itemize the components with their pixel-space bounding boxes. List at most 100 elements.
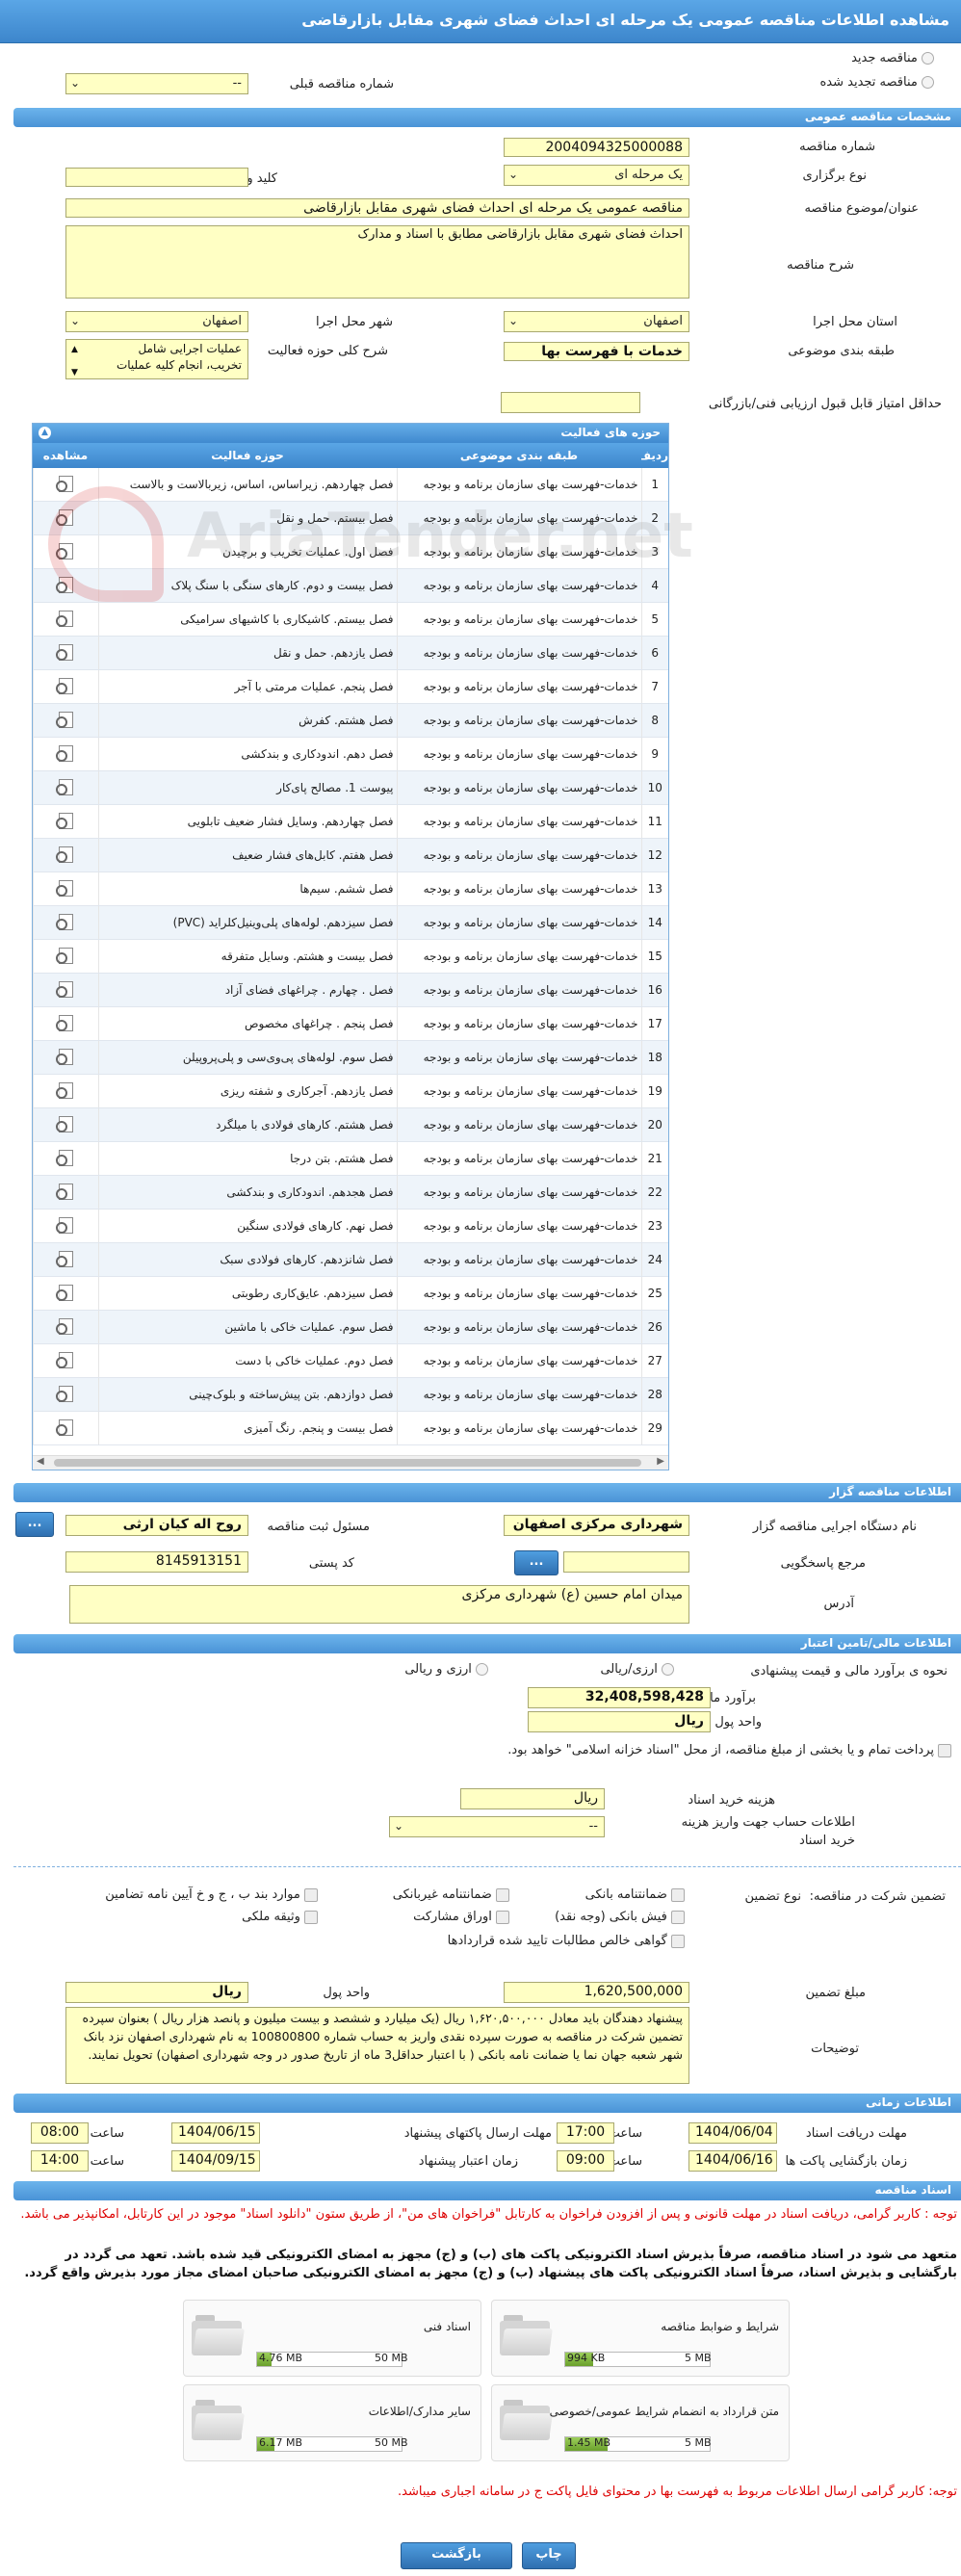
row-view[interactable] [33, 1343, 98, 1378]
view-document-icon[interactable] [55, 743, 76, 763]
row-view[interactable] [33, 838, 98, 872]
province-select[interactable]: اصفهان ⌄ [504, 311, 689, 332]
view-document-icon[interactable] [55, 912, 76, 931]
row-view[interactable] [33, 1006, 98, 1041]
row-view[interactable] [33, 1175, 98, 1210]
view-document-icon[interactable] [55, 474, 76, 493]
subject-field[interactable]: مناقصه عمومی یک مرحله ای احداث فضای شهری… [65, 198, 689, 218]
row-view[interactable] [33, 1377, 98, 1412]
opt-bank-guarantee[interactable]: ضمانتنامه بانکی [585, 1887, 685, 1902]
view-document-icon[interactable] [55, 1148, 76, 1167]
row-view[interactable] [33, 770, 98, 805]
validity-date[interactable]: 1404/09/15 [171, 2150, 260, 2172]
hold-type-select[interactable]: یک مرحله ای ⌄ [504, 165, 689, 186]
method-both-radio[interactable]: ارزی و ریالی [404, 1662, 488, 1677]
row-view[interactable] [33, 636, 98, 670]
organizer-field[interactable]: شهرداری مرکزی اصفهان [504, 1515, 689, 1536]
row-view[interactable] [33, 872, 98, 906]
view-document-icon[interactable] [55, 1013, 76, 1032]
reference-more-button[interactable]: ... [514, 1550, 558, 1575]
scope-field[interactable]: عملیات اجرایی شامل تخریب، انجام کلیه عملی… [65, 339, 248, 379]
view-document-icon[interactable] [55, 1384, 76, 1403]
min-score-field[interactable] [501, 392, 640, 413]
address-field[interactable]: میدان امام حسین (ع) شهرداری مرکزی [69, 1585, 689, 1624]
opt-regulation-items[interactable]: موارد بند ب ، ج و خ آیین نامه تضامین [105, 1887, 318, 1902]
prev-number-select[interactable]: -- ⌄ [65, 73, 248, 94]
estimate-field[interactable]: 32,408,598,428 [528, 1687, 711, 1708]
send-deadline-time[interactable]: 08:00 [31, 2122, 89, 2144]
row-view[interactable] [33, 1074, 98, 1108]
row-view[interactable] [33, 804, 98, 839]
scroll-up-icon[interactable]: ▲ [71, 342, 78, 358]
view-document-icon[interactable] [55, 507, 76, 527]
row-view[interactable] [33, 1141, 98, 1176]
view-document-icon[interactable] [55, 1114, 76, 1133]
row-view[interactable] [33, 1411, 98, 1445]
validity-time[interactable]: 14:00 [31, 2150, 89, 2172]
view-document-icon[interactable] [55, 1215, 76, 1235]
opt-nonbank-guarantee[interactable]: ضمانتنامه غیربانکی [393, 1887, 509, 1902]
view-document-icon[interactable] [55, 1080, 76, 1100]
view-document-icon[interactable] [55, 946, 76, 965]
new-tender-radio[interactable]: مناقصه جدید [851, 51, 934, 65]
guarantee-desc-field[interactable]: پیشنهاد دهندگان باید معادل ۱,۶۲۰,۵۰۰,۰۰۰… [65, 2007, 689, 2084]
currency-field[interactable]: ریال [528, 1711, 711, 1732]
row-view[interactable] [33, 501, 98, 535]
row-view[interactable] [33, 737, 98, 771]
row-view[interactable] [33, 568, 98, 603]
view-document-icon[interactable] [55, 1418, 76, 1437]
keyword-field[interactable] [65, 168, 248, 187]
row-view[interactable] [33, 1242, 98, 1277]
row-view[interactable] [33, 703, 98, 738]
collapse-icon[interactable]: ▲ [39, 427, 51, 439]
renewed-tender-radio[interactable]: مناقصه تجدید شده [819, 75, 934, 90]
view-document-icon[interactable] [55, 878, 76, 898]
view-document-icon[interactable] [55, 609, 76, 628]
doc-cost-field[interactable]: ریال [460, 1788, 605, 1809]
row-view[interactable] [33, 468, 98, 502]
view-document-icon[interactable] [55, 777, 76, 796]
row-view[interactable] [33, 669, 98, 704]
view-document-icon[interactable] [55, 575, 76, 594]
view-document-icon[interactable] [55, 1182, 76, 1201]
row-view[interactable] [33, 905, 98, 940]
view-document-icon[interactable] [55, 642, 76, 662]
back-button[interactable]: بازگشت [401, 2542, 512, 2569]
row-view[interactable] [33, 534, 98, 569]
opening-time[interactable]: 09:00 [557, 2150, 614, 2172]
row-view[interactable] [33, 1276, 98, 1311]
doc-deadline-time[interactable]: 17:00 [557, 2122, 614, 2144]
responsible-more-button[interactable]: ... [15, 1512, 54, 1537]
view-document-icon[interactable] [55, 1047, 76, 1066]
opt-property-collateral[interactable]: وثیقه ملکی [242, 1910, 318, 1924]
print-button[interactable]: چاپ [522, 2542, 576, 2569]
file-card-3[interactable]: متن قرارداد به انضمام شرایط عمومی/خصوصی … [491, 2384, 790, 2461]
opt-net-claims[interactable]: گواهی خالص مطالبات تایید شده قراردادها [448, 1934, 685, 1948]
row-view[interactable] [33, 1310, 98, 1344]
responsible-field[interactable]: روح اله کیان ارثی [65, 1515, 248, 1536]
view-document-icon[interactable] [55, 1249, 76, 1268]
row-view[interactable] [33, 602, 98, 637]
file-card-2[interactable]: اسناد فنی 4.76 MB 50 MB [183, 2300, 481, 2377]
scroll-right-icon[interactable]: ▶ [657, 1456, 664, 1467]
file-card-4[interactable]: سایر مدارک/اطلاعات 6.17 MB 50 MB [183, 2384, 481, 2461]
view-document-icon[interactable] [55, 1283, 76, 1302]
view-document-icon[interactable] [55, 676, 76, 695]
view-document-icon[interactable] [55, 710, 76, 729]
description-field[interactable]: احداث فضای شهری مقابل بازارقاضی مطابق با… [65, 225, 689, 299]
row-view[interactable] [33, 1209, 98, 1243]
city-select[interactable]: اصفهان ⌄ [65, 311, 248, 332]
row-view[interactable] [33, 939, 98, 974]
guarantee-amount-field[interactable]: 1,620,500,000 [504, 1982, 689, 2003]
opt-bank-receipt[interactable]: فیش بانکی (وجه نقد) [555, 1910, 685, 1924]
horizontal-scrollbar[interactable]: ◀ ▶ [33, 1455, 668, 1470]
reference-field[interactable] [563, 1551, 689, 1573]
tender-number-field[interactable]: 2004094325000088 [504, 138, 689, 157]
row-view[interactable] [33, 1107, 98, 1142]
guarantee-currency-field[interactable]: ریال [65, 1982, 248, 2003]
opening-date[interactable]: 1404/06/16 [688, 2150, 777, 2172]
category-field[interactable]: خدمات با فهرست بها [504, 342, 689, 361]
doc-deadline-date[interactable]: 1404/06/04 [688, 2122, 777, 2144]
treasury-checkbox[interactable]: پرداخت تمام و یا بخشی از مبلغ مناقصه، از… [202, 1741, 951, 1759]
account-select[interactable]: -- ⌄ [389, 1816, 605, 1837]
